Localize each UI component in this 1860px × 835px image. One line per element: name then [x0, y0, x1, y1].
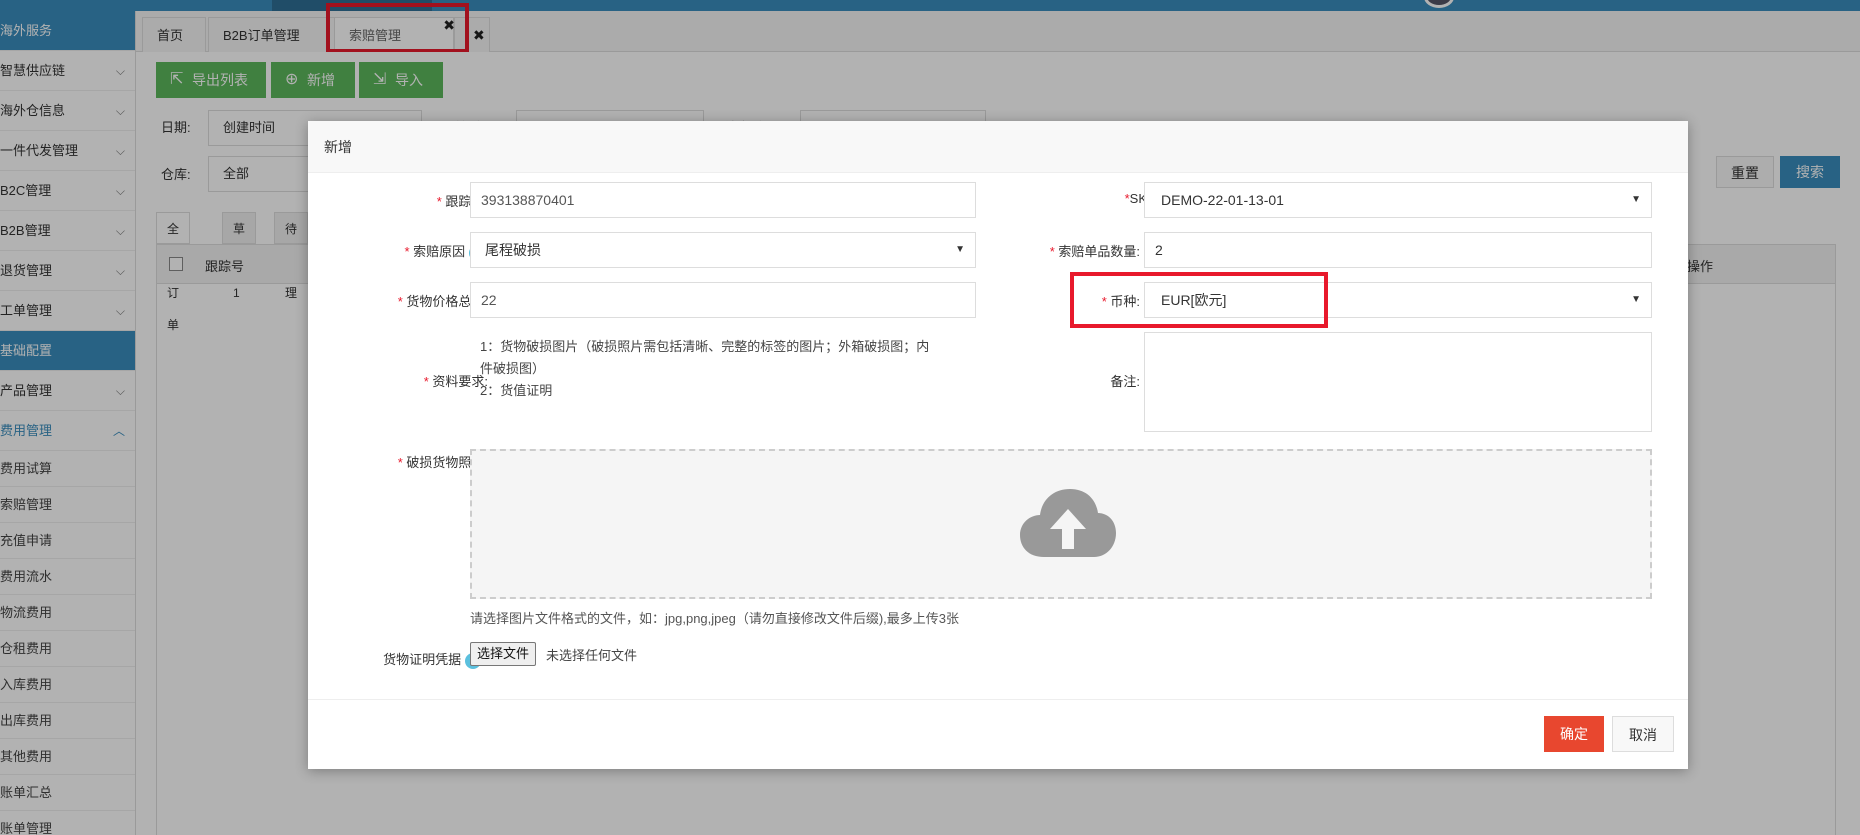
- proof-label: 货物证明凭据 ? :: [328, 649, 488, 669]
- dialog-title: 新增: [308, 121, 1688, 173]
- dialog-footer: 确定 取消: [308, 699, 1688, 769]
- sku-label: *SKU:: [1124, 191, 1160, 206]
- dialog-body: * 跟踪号: 393138870401 *SKU: DEMO-22-01-13-…: [308, 173, 1688, 693]
- tracking-label: * 跟踪号:: [436, 194, 488, 209]
- damage-photo-label: * 破损货物照片:: [397, 455, 488, 470]
- price-total-field[interactable]: 22: [470, 282, 976, 318]
- remark-textarea[interactable]: [1144, 332, 1652, 432]
- sku-select[interactable]: DEMO-22-01-13-01 ▼: [1144, 182, 1652, 218]
- upload-hint: 请选择图片文件格式的文件，如：jpg,png,jpeg（请勿直接修改文件后缀),…: [470, 611, 960, 626]
- docs-requirement-label: * 资料要求:: [423, 374, 488, 389]
- claim-reason-select[interactable]: 尾程破损 ▼: [470, 232, 976, 268]
- confirm-button[interactable]: 确定: [1544, 716, 1604, 752]
- choose-file-button[interactable]: 选择文件: [470, 642, 537, 666]
- cancel-button[interactable]: 取消: [1612, 716, 1674, 752]
- photo-upload-area[interactable]: [470, 449, 1652, 599]
- remark-label: 备注:: [1110, 374, 1140, 389]
- dropdown-caret-icon: ▼: [955, 244, 965, 255]
- dropdown-caret-icon: ▼: [1631, 194, 1641, 205]
- cloud-upload-icon: [1020, 489, 1116, 557]
- file-status-text: 未选择任何文件: [546, 648, 638, 663]
- dropdown-caret-icon: ▼: [1631, 294, 1641, 305]
- claim-quantity-field[interactable]: 2: [1144, 232, 1652, 268]
- quantity-label: * 索赔单品数量:: [1049, 244, 1140, 259]
- highlight-box: [1070, 272, 1328, 328]
- docs-requirement-text: 1：货物破损图片（破损照片需包括清晰、完整的标签的图片；外箱破损图；内 件破损图…: [480, 339, 930, 398]
- tracking-number-field[interactable]: 393138870401: [470, 182, 976, 218]
- price-total-label: * 货物价格总和:: [397, 294, 488, 309]
- add-claim-dialog: 新增 * 跟踪号: 393138870401 *SKU: DEMO-22-01-…: [308, 121, 1688, 769]
